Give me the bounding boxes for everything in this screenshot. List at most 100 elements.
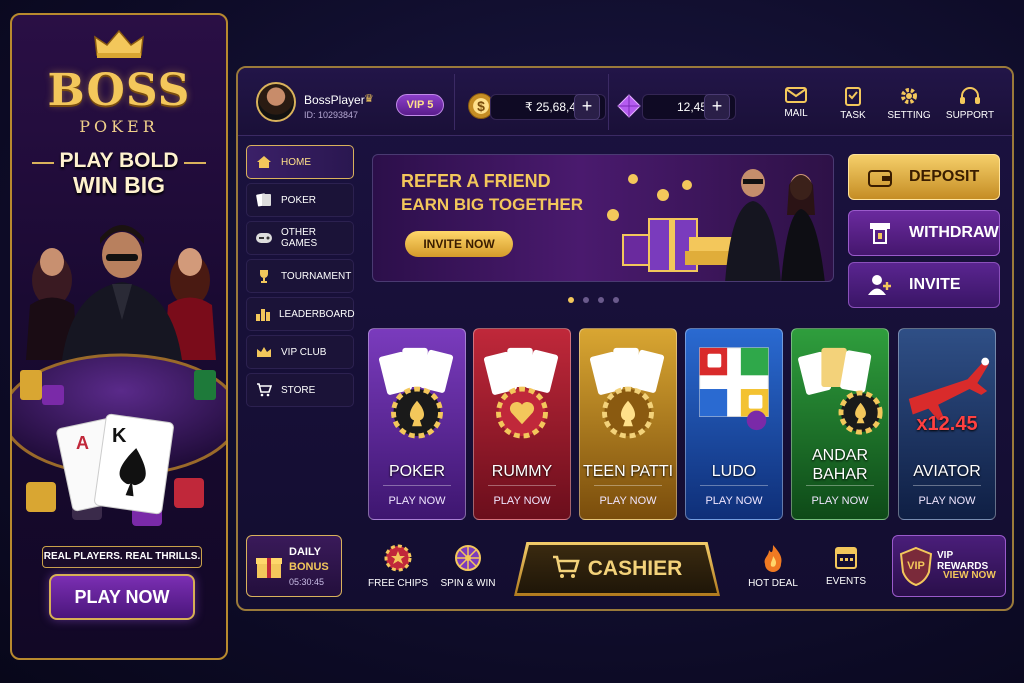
leaderboard-icon — [255, 306, 271, 322]
add-coins-button[interactable]: + — [574, 94, 600, 120]
spin-win-label: SPIN & WIN — [440, 578, 496, 589]
sidebar-item-label: STORE — [281, 384, 316, 396]
poker-table-illustration — [12, 225, 226, 526]
divider — [383, 485, 451, 486]
crown-icon: ♛ — [364, 93, 374, 105]
promo-illustration — [607, 169, 825, 281]
sidebar-item-label: OTHER GAMES — [281, 227, 318, 249]
play-now-button[interactable]: PLAY NOW — [49, 574, 195, 620]
gear-icon — [901, 88, 917, 104]
game-card-teen-patti[interactable]: TEEN PATTI PLAY NOW — [579, 328, 677, 520]
bottom-bar: DAILY BONUS 05:30:45 FREE CHIPS SPIN & W… — [238, 530, 1012, 609]
events-button[interactable]: EVENTS — [814, 544, 878, 587]
game-card-aviator[interactable]: x12.45 AVIATOR PLAY NOW — [898, 328, 996, 520]
vip-level-badge[interactable]: VIP 5 — [396, 94, 444, 116]
divider — [913, 485, 981, 486]
brand-logo-text: BOSS — [47, 65, 191, 116]
sidebar-item-label: POKER — [281, 194, 317, 206]
carousel-dot[interactable] — [583, 297, 589, 303]
hot-deal-button[interactable]: HOT DEAL — [741, 544, 805, 589]
divider — [488, 485, 556, 486]
refer-friend-banner[interactable]: REFER A FRIEND EARN BIG TOGETHER INVITE … — [372, 154, 834, 282]
ad-tagline-1: PLAY BOLD — [59, 149, 179, 172]
game-card-andar-bahar[interactable]: ANDAR BAHAR PLAY NOW — [791, 328, 889, 520]
mail-icon — [785, 87, 807, 103]
hot-deal-label: HOT DEAL — [748, 578, 798, 589]
cart-icon — [255, 382, 273, 398]
calendar-icon — [835, 547, 857, 569]
invite-label: INVITE — [909, 276, 961, 293]
play-now-label[interactable]: PLAY NOW — [792, 495, 888, 507]
sidebar-item-home[interactable]: HOME — [246, 145, 354, 179]
vip-rewards-label: VIP REWARDS — [937, 550, 989, 572]
vip-rewards-button[interactable]: VIP VIP REWARDS VIEW NOW — [892, 535, 1006, 597]
carousel-dot[interactable] — [613, 297, 619, 303]
invite-now-button[interactable]: INVITE NOW — [405, 231, 513, 257]
play-now-label[interactable]: PLAY NOW — [369, 495, 465, 507]
divider — [454, 74, 455, 130]
sidebar-item-vip-club[interactable]: VIP CLUB — [246, 335, 354, 369]
sidebar: HOME POKER OTHER GAMES TOURNAMENT LEADER… — [246, 145, 355, 411]
sidebar-item-label: LEADERBOARD — [279, 308, 355, 320]
rummy-cards-art — [483, 347, 559, 439]
cart-icon — [552, 555, 580, 584]
play-now-label[interactable]: PLAY NOW — [580, 495, 676, 507]
user-id: ID: 10293847 — [304, 110, 359, 120]
play-now-label[interactable]: PLAY NOW — [686, 495, 782, 507]
withdraw-button[interactable]: WITHDRAW — [848, 210, 1000, 256]
sidebar-item-label: TOURNAMENT — [281, 270, 352, 282]
invite-button[interactable]: INVITE — [848, 262, 1000, 308]
top-nav-label: SUPPORT — [945, 110, 995, 121]
sidebar-item-label: VIP CLUB — [281, 346, 327, 358]
daily-bonus-button[interactable]: DAILY BONUS 05:30:45 — [246, 535, 342, 597]
game-name: TEEN PATTI — [582, 463, 674, 480]
headset-icon — [960, 87, 980, 104]
chip-icon — [384, 544, 412, 572]
ad-subtitle: REAL PLAYERS. REAL THRILLS. — [42, 546, 202, 568]
game-card-ludo[interactable]: LUDO PLAY NOW — [685, 328, 783, 520]
top-nav-support[interactable]: SUPPORT — [935, 86, 1005, 121]
sidebar-item-store[interactable]: STORE — [246, 373, 354, 407]
promo-ad-banner[interactable]: BOSS POKER PLAY BOLD WIN BIG A K REAL PL… — [10, 13, 228, 660]
play-now-label[interactable]: PLAY NOW — [899, 495, 995, 507]
avatar[interactable] — [256, 82, 296, 122]
username: BossPlayer — [304, 93, 365, 107]
spin-win-button[interactable]: SPIN & WIN — [436, 544, 500, 589]
view-now-label[interactable]: VIEW NOW — [943, 570, 996, 581]
divider — [806, 485, 874, 486]
free-chips-label: FREE CHIPS — [367, 578, 428, 589]
crown-icon — [255, 344, 273, 360]
game-card-poker[interactable]: POKER PLAY NOW — [368, 328, 466, 520]
play-now-label[interactable]: PLAY NOW — [474, 495, 570, 507]
top-nav-setting[interactable]: SETTING — [874, 86, 944, 121]
add-gems-button[interactable]: + — [704, 94, 730, 120]
andar-bahar-cards-art — [798, 347, 883, 435]
card-rank-king: K — [112, 425, 127, 447]
top-bar: BossPlayer ♛ ID: 10293847 VIP 5 $ ₹ 25,6… — [238, 68, 1012, 136]
sidebar-item-other-games[interactable]: OTHER GAMES — [246, 221, 354, 255]
carousel-dot[interactable] — [598, 297, 604, 303]
atm-icon — [865, 222, 895, 244]
bonus-timer: 05:30:45 — [289, 577, 325, 587]
sidebar-item-tournament[interactable]: TOURNAMENT — [246, 259, 354, 293]
trophy-icon — [255, 268, 273, 284]
deposit-button[interactable]: DEPOSIT — [848, 154, 1000, 200]
cards-icon — [255, 192, 273, 208]
brand-logo-subtext: POKER — [79, 117, 159, 136]
game-card-rummy[interactable]: RUMMY PLAY NOW — [473, 328, 571, 520]
daily-label: DAILY — [289, 546, 321, 558]
sidebar-item-poker[interactable]: POKER — [246, 183, 354, 217]
divider — [700, 485, 768, 486]
wallet-icon — [865, 167, 895, 187]
sidebar-item-leaderboard[interactable]: LEADERBOARD — [246, 297, 355, 331]
cashier-button[interactable]: CASHIER — [514, 542, 720, 596]
cashier-label: CASHIER — [587, 557, 683, 580]
game-name-line2: BAHAR — [812, 466, 868, 483]
free-chips-button[interactable]: FREE CHIPS — [366, 544, 430, 589]
withdraw-label: WITHDRAW — [909, 224, 999, 241]
gem-icon — [616, 93, 642, 119]
promo-headline: REFER A FRIEND — [401, 171, 551, 191]
sidebar-item-label: HOME — [281, 156, 311, 168]
carousel-dot[interactable] — [568, 297, 574, 303]
deposit-label: DEPOSIT — [909, 168, 980, 185]
